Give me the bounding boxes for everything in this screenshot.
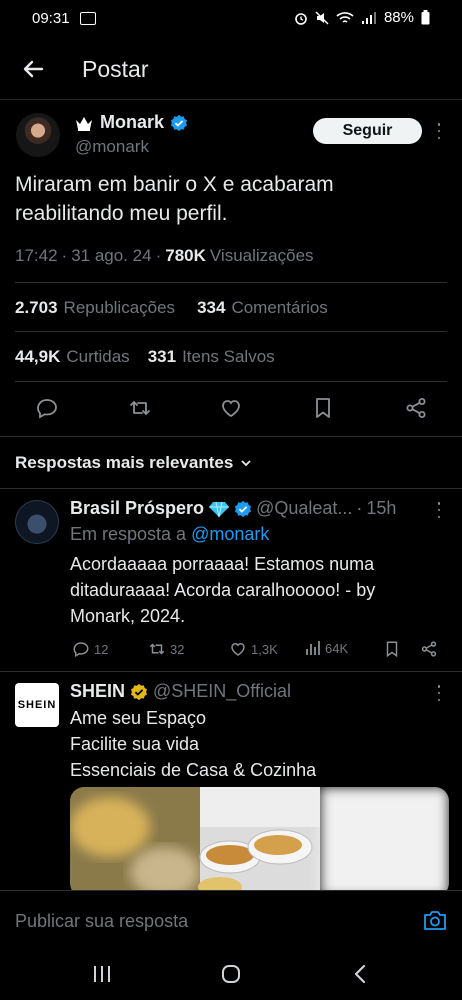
reply-views-count: 64K xyxy=(325,640,349,656)
comments-count[interactable]: 334 xyxy=(197,298,225,318)
reply-author-name: SHEIN xyxy=(70,681,126,701)
author-name: Monark xyxy=(100,112,165,132)
reply-author-name: Brasil Próspero xyxy=(70,498,205,518)
reply-text: Acordaaaaa porraaaa! Estamos numa ditadu… xyxy=(70,554,376,626)
verified-gold-badge-icon xyxy=(131,683,148,700)
views-label[interactable]: Visualizações xyxy=(210,246,314,266)
share-icon[interactable] xyxy=(420,640,438,658)
mute-icon xyxy=(315,10,329,25)
like-heart-icon[interactable] xyxy=(219,396,243,420)
home-icon[interactable] xyxy=(221,964,241,984)
divider xyxy=(15,381,447,382)
signal-icon xyxy=(361,11,376,24)
reply-text-line: Facilite sua vida xyxy=(70,734,200,754)
in-reply-to: Em resposta a @monark xyxy=(70,524,269,545)
reposts-count[interactable]: 2.703 xyxy=(15,298,58,318)
comments-label[interactable]: Comentários xyxy=(231,298,327,318)
reply-avatar[interactable] xyxy=(15,500,59,544)
bookmark-icon[interactable] xyxy=(311,396,335,420)
status-bar: 09:31 88% xyxy=(0,0,462,40)
status-icons: 88% xyxy=(294,9,430,26)
reposts-label[interactable]: Republicações xyxy=(64,298,176,318)
camera-icon[interactable] xyxy=(423,909,447,931)
share-icon[interactable] xyxy=(404,396,428,420)
reply-reply-action[interactable]: 12 xyxy=(72,640,108,658)
in-reply-prefix: Em resposta a xyxy=(70,524,187,544)
repost-icon[interactable] xyxy=(128,396,152,420)
back-arrow-icon[interactable] xyxy=(20,56,46,82)
author-name-row[interactable]: Monark xyxy=(74,112,188,133)
reply-reposts-count: 32 xyxy=(170,641,185,657)
battery-percent: 88% xyxy=(383,9,414,26)
replies-sort-label: Respostas mais relevantes xyxy=(15,453,234,472)
post-date: 31 ago. 24 xyxy=(71,246,152,265)
status-time: 09:31 xyxy=(32,10,70,27)
gallery-notification-icon xyxy=(80,12,96,25)
reply-text-line: Ame seu Espaço xyxy=(70,708,207,728)
top-app-bar: Postar xyxy=(0,40,462,100)
reply-input[interactable]: Publicar sua resposta xyxy=(15,911,188,932)
likes-count[interactable]: 44,9K xyxy=(15,347,60,367)
analytics-icon xyxy=(306,641,320,655)
likes-label[interactable]: Curtidas xyxy=(66,347,129,367)
reply-header[interactable]: SHEIN @SHEIN_Official xyxy=(70,681,291,702)
reply-icon[interactable] xyxy=(35,396,59,420)
reply-icon xyxy=(73,642,89,658)
in-reply-to-link[interactable]: @monark xyxy=(191,524,269,544)
saves-label[interactable]: Itens Salvos xyxy=(182,347,275,367)
wifi-icon xyxy=(336,11,354,23)
diamond-icon xyxy=(209,501,230,517)
more-options-icon[interactable] xyxy=(436,685,442,701)
reply-text-line: Essenciais de Casa & Cozinha xyxy=(70,760,317,780)
reply-repost-action[interactable]: 32 xyxy=(148,640,184,658)
recent-apps-icon[interactable] xyxy=(92,965,112,983)
views-count: 780K xyxy=(165,246,206,265)
author-avatar[interactable] xyxy=(16,113,60,157)
reply-time: 15h xyxy=(366,498,397,518)
more-options-icon[interactable] xyxy=(436,123,442,139)
stats-row-likes: 44,9K Curtidas 331 Itens Salvos xyxy=(15,347,275,367)
reply-views-action[interactable]: 64K xyxy=(305,640,348,656)
reply-like-action[interactable]: 1,3K xyxy=(229,640,278,658)
reply-composer-bar: Publicar sua resposta xyxy=(0,890,462,948)
back-nav-icon[interactable] xyxy=(352,964,368,984)
reply-avatar[interactable]: SHEIN xyxy=(15,683,59,727)
reply-author-handle: @Qualeat... xyxy=(256,498,353,518)
page-title: Postar xyxy=(82,56,149,82)
chevron-down-icon xyxy=(241,460,251,467)
divider xyxy=(15,282,447,283)
divider xyxy=(0,671,462,672)
battery-icon xyxy=(421,10,430,25)
alarm-icon xyxy=(295,12,307,25)
reply-text: Ame seu Espaço Facilite sua vida Essenci… xyxy=(70,705,316,783)
system-nav-bar xyxy=(0,948,462,1000)
author-handle[interactable]: @monark xyxy=(75,137,149,157)
like-heart-icon xyxy=(231,642,245,656)
bookmark-icon[interactable] xyxy=(383,640,401,658)
saves-count[interactable]: 331 xyxy=(148,347,176,367)
verified-badge-icon xyxy=(171,114,188,131)
media-photo xyxy=(70,787,449,897)
follow-button[interactable]: Seguir xyxy=(313,118,422,144)
reply-author-handle: @SHEIN_Official xyxy=(153,681,291,701)
replies-sort-dropdown[interactable]: Respostas mais relevantes xyxy=(15,453,253,473)
divider xyxy=(0,436,462,437)
verified-badge-icon xyxy=(235,500,252,517)
reply-replies-count: 12 xyxy=(94,641,109,657)
reply-media-image[interactable] xyxy=(70,787,449,897)
divider xyxy=(0,488,462,489)
post-meta: 17:42 · 31 ago. 24 · 780K Visualizações xyxy=(15,246,314,266)
repost-icon xyxy=(149,643,165,655)
reply-header[interactable]: Brasil Próspero @Qualeat... · 15h xyxy=(70,498,396,519)
more-options-icon[interactable] xyxy=(436,502,442,518)
divider xyxy=(15,331,447,332)
crown-icon xyxy=(76,116,92,131)
post-text: Miraram em banir o X e acabaram reabilit… xyxy=(15,173,334,225)
stats-row-reposts: 2.703 Republicações 334 Comentários xyxy=(15,298,328,318)
reply-likes-count: 1,3K xyxy=(251,641,278,657)
post-time: 17:42 xyxy=(15,246,58,265)
